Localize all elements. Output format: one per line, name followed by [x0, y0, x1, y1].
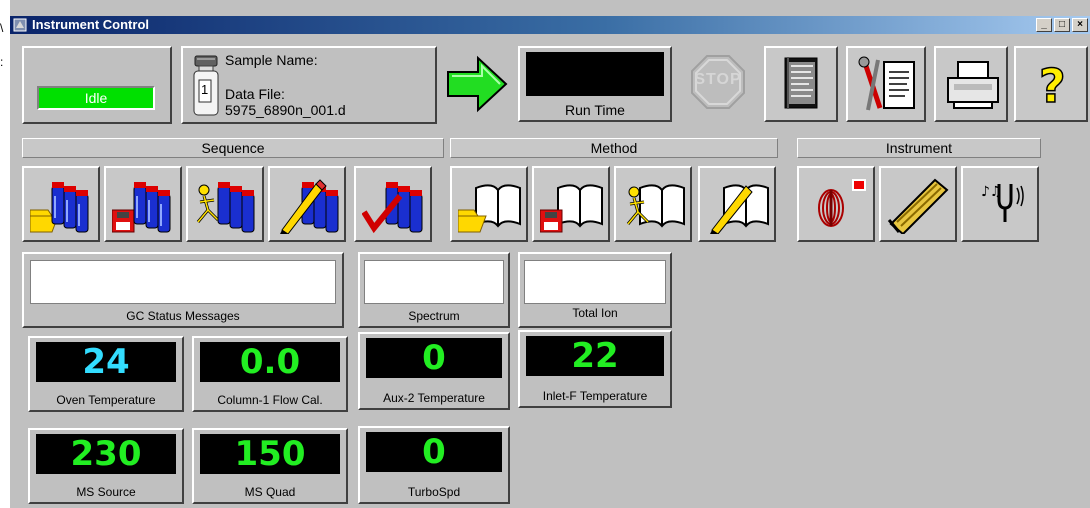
total-ion-display [524, 260, 666, 304]
reading-card[interactable]: 0.0 Column-1 Flow Cal. [192, 336, 348, 412]
vial-number: 1 [201, 82, 209, 97]
reading-card[interactable]: 230 MS Source [28, 428, 184, 504]
sample-name-label: Sample Name: [225, 52, 318, 68]
method-header: Method [450, 138, 778, 158]
data-file-value: 5975_6890n_001.d [225, 102, 346, 118]
sample-panel: 1 Sample Name: Data File: 5975_6890n_001… [181, 46, 437, 124]
status-indicator: Idle [39, 88, 153, 108]
help-button[interactable]: ? [1014, 46, 1088, 122]
tune-button[interactable]: ♪♫ [961, 166, 1039, 242]
spectrum-label: Spectrum [408, 309, 460, 323]
close-button[interactable]: × [1072, 18, 1088, 32]
edit-method-button[interactable] [698, 166, 776, 242]
reading-label: Inlet-F Temperature [542, 389, 648, 403]
instrument-header: Instrument [797, 138, 1041, 158]
app-icon [13, 18, 27, 32]
logbook-button[interactable] [764, 46, 838, 122]
reading-label: MS Quad [244, 485, 296, 499]
data-file-label: Data File: [225, 86, 285, 102]
reading-value: 230 [36, 434, 176, 474]
edit-sequence-icon [276, 176, 340, 234]
svg-text:?: ? [1039, 60, 1066, 110]
edit-method-icon [706, 178, 770, 234]
print-button[interactable] [934, 46, 1008, 122]
reading-card[interactable]: 24 Oven Temperature [28, 336, 184, 412]
run-sequence-button[interactable] [186, 166, 264, 242]
save-method-button[interactable] [532, 166, 610, 242]
reading-label: Oven Temperature [56, 393, 156, 407]
reading-card[interactable]: 22 Inlet-F Temperature [518, 330, 672, 408]
validate-sequence-icon [362, 176, 426, 234]
reading-card[interactable]: 0 TurboSpd [358, 426, 510, 504]
validate-sequence-button[interactable] [354, 166, 432, 242]
help-question-icon: ? [1038, 60, 1068, 110]
gc-status-label: GC Status Messages [126, 309, 240, 323]
spectrum-panel[interactable]: Spectrum [358, 252, 510, 328]
run-method-button[interactable] [614, 166, 692, 242]
run-method-icon [622, 178, 686, 234]
total-ion-panel[interactable]: Total Ion [518, 252, 672, 328]
reading-label: MS Source [76, 485, 136, 499]
reading-value: 0 [366, 432, 502, 472]
ion-source-icon [887, 176, 951, 234]
window-title: Instrument Control [32, 17, 149, 32]
tools-document-icon [858, 56, 918, 114]
load-method-button[interactable] [450, 166, 528, 242]
edge-mark: \ [0, 21, 4, 35]
run-sequence-icon [194, 176, 258, 234]
stop-label: STOP [694, 71, 742, 88]
gc-status-panel: GC Status Messages [22, 252, 344, 328]
sequence-header: Sequence [22, 138, 444, 158]
title-bar[interactable]: Instrument Control _ □ × [10, 16, 1090, 34]
reading-card[interactable]: 150 MS Quad [192, 428, 348, 504]
save-sequence-button[interactable] [104, 166, 182, 242]
minimize-button[interactable]: _ [1036, 18, 1052, 32]
start-run-arrow-icon[interactable] [444, 54, 510, 114]
svg-text:♪♫: ♪♫ [981, 184, 1003, 200]
stop-button[interactable]: STOP [690, 54, 746, 110]
printer-icon [944, 58, 1002, 112]
gc-status-display [30, 260, 336, 304]
run-time-display [526, 52, 664, 96]
reading-label: Aux-2 Temperature [383, 391, 485, 405]
maximize-button[interactable]: □ [1054, 18, 1070, 32]
reading-label: Column-1 Flow Cal. [217, 393, 323, 407]
logbook-icon [783, 56, 821, 112]
ms-source-button[interactable] [879, 166, 957, 242]
tuning-fork-icon: ♪♫ [981, 180, 1025, 224]
load-method-icon [458, 178, 522, 234]
reading-value: 24 [36, 342, 176, 382]
reading-value: 22 [526, 336, 664, 376]
run-time-panel: Run Time [518, 46, 672, 122]
reading-value: 150 [200, 434, 340, 474]
reading-value: 0 [366, 338, 502, 378]
status-indicator-frame: Idle [37, 86, 155, 110]
column-config-button[interactable] [797, 166, 875, 242]
reading-label: TurboSpd [407, 485, 461, 499]
reading-card[interactable]: 0 Aux-2 Temperature [358, 332, 510, 410]
settings-button[interactable] [846, 46, 926, 122]
run-time-label: Run Time [565, 102, 625, 118]
load-sequence-button[interactable] [22, 166, 100, 242]
save-method-icon [540, 178, 604, 234]
column-coil-icon [809, 178, 867, 232]
status-panel: Idle [22, 46, 172, 124]
total-ion-label: Total Ion [572, 306, 618, 320]
vial-icon: 1 [191, 54, 221, 120]
load-sequence-icon [30, 176, 94, 234]
edge-mark: : [0, 55, 4, 69]
edit-sequence-button[interactable] [268, 166, 346, 242]
save-sequence-icon [112, 176, 176, 234]
desktop-edge: \ : [0, 0, 10, 508]
spectrum-display [364, 260, 504, 304]
reading-value: 0.0 [200, 342, 340, 382]
